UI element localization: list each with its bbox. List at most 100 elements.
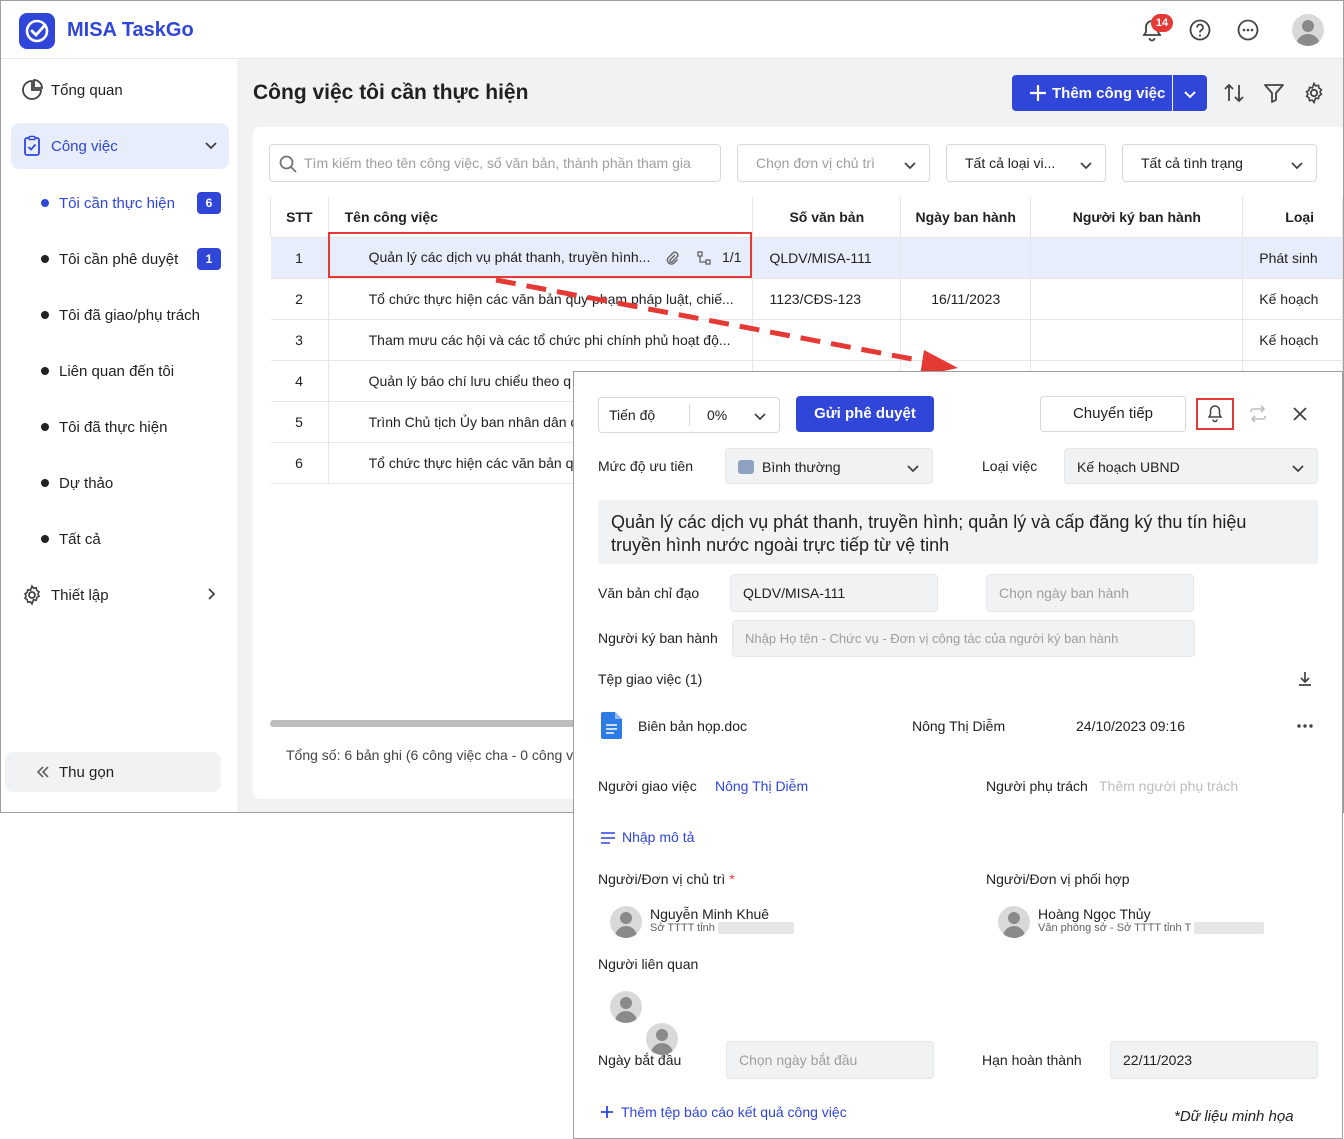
sidebar-subitem-draft[interactable]: Dự thảo xyxy=(41,463,229,503)
due-date-field[interactable]: 22/11/2023 xyxy=(1110,1041,1318,1079)
cell-signer xyxy=(1030,319,1244,361)
sidebar-subitem-done[interactable]: Tôi đã thực hiện xyxy=(41,407,229,447)
cell-signer xyxy=(1030,237,1244,279)
related-avatar[interactable] xyxy=(646,1023,678,1055)
horizontal-scrollbar[interactable] xyxy=(270,720,580,727)
chevron-down-icon xyxy=(904,162,916,170)
collapse-sidebar-button[interactable]: Thu gọn xyxy=(5,752,221,792)
add-description-link[interactable]: Nhập mô tả xyxy=(622,829,694,845)
add-report-link[interactable]: Thêm tệp báo cáo kết quả công việc xyxy=(621,1104,847,1120)
chevron-down-icon xyxy=(205,142,217,150)
cell-type: Kế hoạch xyxy=(1242,278,1343,320)
files-label: Tệp giao việc (1) xyxy=(598,671,703,687)
add-task-dropdown[interactable] xyxy=(1173,75,1207,111)
priority-select[interactable]: Bình thường xyxy=(725,448,933,484)
column-header[interactable]: STT xyxy=(270,197,329,238)
progress-select[interactable]: Tiến độ 0% xyxy=(598,397,780,433)
app-logo[interactable] xyxy=(19,13,55,49)
sidebar-subitem-approve[interactable]: Tôi cần phê duyệt 1 xyxy=(41,239,229,279)
lead-name: Nguyễn Minh Khuê xyxy=(650,906,770,922)
chevron-down-icon xyxy=(1184,91,1196,99)
filter-icon[interactable] xyxy=(1262,81,1286,105)
plus-icon xyxy=(601,1106,613,1118)
priority-value: Bình thường xyxy=(762,459,841,475)
signer-label: Người ký ban hành xyxy=(598,630,718,646)
assigner-label: Người giao việc xyxy=(598,778,697,794)
file-time: 24/10/2023 09:16 xyxy=(1076,718,1185,734)
sidebar-item-label: Tổng quan xyxy=(51,81,123,99)
column-header[interactable]: Tên công việc xyxy=(327,197,754,238)
cell-stt: 4 xyxy=(270,360,329,402)
cooperate-person[interactable]: Hoàng Ngọc Thủy Văn phòng sở - Sở TTTT t… xyxy=(998,906,1265,938)
assigner-value[interactable]: Nông Thị Diễm xyxy=(715,778,808,794)
directive-field[interactable]: QLDV/MISA-111 xyxy=(730,574,938,612)
progress-value: 0% xyxy=(707,407,728,423)
forward-button[interactable]: Chuyển tiếp xyxy=(1040,396,1186,432)
cell-stt: 3 xyxy=(270,319,329,361)
issue-date-field[interactable]: Chọn ngày ban hành xyxy=(986,574,1194,612)
start-date-field[interactable]: Chọn ngày bắt đầu xyxy=(726,1041,934,1079)
sidebar-subitem-all[interactable]: Tất cả xyxy=(41,519,229,559)
file-owner: Nông Thị Diễm xyxy=(912,718,1006,734)
search-placeholder: Tìm kiếm theo tên công việc, số văn bản,… xyxy=(304,155,691,171)
sort-icon[interactable] xyxy=(1222,81,1246,105)
repeat-icon[interactable] xyxy=(1248,404,1268,424)
count-badge: 6 xyxy=(197,192,221,214)
column-header[interactable]: Loại xyxy=(1242,197,1343,238)
file-name[interactable]: Biên bản họp.doc xyxy=(638,718,747,734)
submit-approval-button[interactable]: Gửi phê duyệt xyxy=(796,396,934,432)
directive-label: Văn bản chỉ đạo xyxy=(598,585,700,601)
lead-person[interactable]: Nguyễn Minh Khuê Sở TTTT tỉnh xyxy=(610,906,794,938)
start-date-placeholder: Chọn ngày bắt đầu xyxy=(739,1052,858,1068)
add-task-button[interactable]: Thêm công việc xyxy=(1012,75,1172,111)
issue-date-placeholder: Chọn ngày ban hành xyxy=(999,585,1129,601)
column-header[interactable]: Người ký ban hành xyxy=(1030,197,1244,238)
sidebar-subitem-todo[interactable]: Tôi cần thực hiện 6 xyxy=(41,183,229,223)
more-horizontal-icon[interactable] xyxy=(1296,718,1314,734)
bullet-dot xyxy=(41,255,49,263)
reminder-bell-icon[interactable] xyxy=(1205,403,1225,423)
unit-filter-select[interactable]: Chọn đơn vị chủ trì xyxy=(737,144,930,182)
task-title-field[interactable]: Quản lý các dịch vụ phát thanh, truyền h… xyxy=(598,500,1318,564)
task-detail-panel xyxy=(573,371,1343,1139)
related-avatar[interactable] xyxy=(610,991,642,1023)
task-type-select[interactable]: Kế hoạch UBND xyxy=(1064,448,1318,484)
signer-placeholder: Nhập Họ tên - Chức vụ - Đơn vị công tác … xyxy=(745,631,1119,646)
more-icon[interactable] xyxy=(1235,17,1261,43)
column-header[interactable]: Ngày ban hành xyxy=(900,197,1032,238)
total-records: Tổng số: 6 bản ghi (6 công việc cha - 0 … xyxy=(286,747,574,763)
sidebar-subitem-related[interactable]: Liên quan đến tôi xyxy=(41,351,229,391)
download-icon[interactable] xyxy=(1296,670,1314,688)
owner-placeholder[interactable]: Thêm người phụ trách xyxy=(1099,778,1238,794)
cooperate-name: Hoàng Ngọc Thủy xyxy=(1038,906,1151,922)
priority-color-swatch xyxy=(738,460,754,474)
help-icon[interactable] xyxy=(1187,17,1213,43)
app-brand: MISA TaskGo xyxy=(67,19,194,41)
notification-badge: 14 xyxy=(1151,14,1173,32)
task-type-value: Kế hoạch UBND xyxy=(1077,459,1180,475)
clipboard-check-icon xyxy=(24,135,40,156)
sidebar-item-settings[interactable]: Thiết lập xyxy=(11,572,229,618)
status-filter-select[interactable]: Tất cả tình trạng xyxy=(1122,144,1317,182)
type-filter-select[interactable]: Tất cả loại vi... xyxy=(946,144,1106,182)
search-input[interactable]: Tìm kiếm theo tên công việc, số văn bản,… xyxy=(269,144,721,182)
directive-value: QLDV/MISA-111 xyxy=(743,585,846,601)
chevron-down-icon xyxy=(754,413,766,421)
sidebar-subitem-label: Dự thảo xyxy=(59,474,114,492)
sidebar-item-overview[interactable]: Tổng quan xyxy=(11,67,229,113)
bullet-dot xyxy=(41,479,49,487)
sidebar-item-label: Thiết lập xyxy=(51,586,109,604)
settings-icon[interactable] xyxy=(1302,81,1326,105)
sidebar-subitem-label: Tôi cần thực hiện xyxy=(59,194,175,212)
owner-label: Người phụ trách xyxy=(986,778,1088,794)
user-avatar[interactable] xyxy=(1292,14,1324,46)
close-icon[interactable] xyxy=(1291,405,1309,423)
avatar xyxy=(610,906,642,938)
cell-stt: 5 xyxy=(270,401,329,443)
signer-field[interactable]: Nhập Họ tên - Chức vụ - Đơn vị công tác … xyxy=(732,620,1195,657)
column-header[interactable]: Số văn bản xyxy=(752,197,902,238)
page-title: Công việc tôi cần thực hiện xyxy=(253,81,529,104)
sidebar-item-tasks[interactable]: Công việc xyxy=(11,123,229,169)
document-file-icon xyxy=(601,712,622,739)
sidebar-subitem-assigned[interactable]: Tôi đã giao/phụ trách xyxy=(41,295,229,335)
